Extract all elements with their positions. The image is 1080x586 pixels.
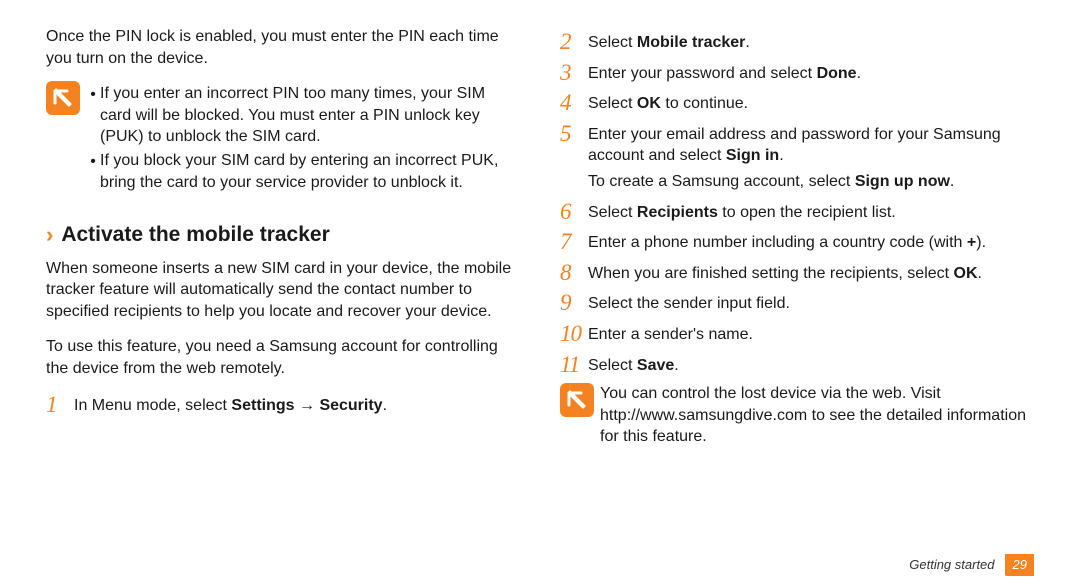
text: In Menu mode, select bbox=[74, 397, 231, 414]
step-10: 10 Enter a sender's name. bbox=[560, 321, 1034, 346]
text: . bbox=[978, 265, 982, 282]
text: → bbox=[295, 397, 320, 414]
step-number: 4 bbox=[560, 90, 588, 114]
step-4: 4 Select OK to continue. bbox=[560, 90, 1034, 115]
left-column: Once the PIN lock is enabled, you must e… bbox=[46, 26, 520, 514]
bold: Settings bbox=[231, 397, 294, 414]
step-10-body: Enter a sender's name. bbox=[588, 321, 1034, 346]
bold: OK bbox=[954, 265, 978, 282]
footer-section-label: Getting started bbox=[909, 556, 994, 574]
text: . bbox=[857, 65, 861, 82]
text: . bbox=[674, 357, 678, 374]
note-bullet-2-text: If you block your SIM card by entering a… bbox=[100, 150, 520, 193]
step-number: 3 bbox=[560, 60, 588, 84]
bold: Sign in bbox=[726, 147, 779, 164]
section-heading-text: Activate the mobile tracker bbox=[61, 221, 329, 249]
note-bullet-2: • If you block your SIM card by entering… bbox=[86, 150, 520, 193]
note-bullet-1-text: If you enter an incorrect PIN too many t… bbox=[100, 83, 520, 148]
text: . bbox=[383, 397, 387, 414]
step-6: 6 Select Recipients to open the recipien… bbox=[560, 199, 1034, 224]
step-9: 9 Select the sender input field. bbox=[560, 290, 1034, 315]
bold: Done bbox=[817, 65, 857, 82]
note-icon bbox=[46, 81, 80, 115]
step-number: 11 bbox=[560, 352, 588, 376]
text: to open the recipient list. bbox=[718, 204, 896, 221]
note-body: You can control the lost device via the … bbox=[600, 383, 1034, 448]
note-icon bbox=[560, 383, 594, 417]
bullet-dot: • bbox=[86, 83, 100, 106]
text: Enter a phone number including a country… bbox=[588, 234, 967, 251]
page-number: 29 bbox=[1005, 554, 1034, 576]
note-body: • If you enter an incorrect PIN too many… bbox=[86, 81, 520, 195]
step-1: 1 In Menu mode, select Settings → Securi… bbox=[46, 392, 520, 417]
step-number: 7 bbox=[560, 229, 588, 253]
text: Select bbox=[588, 34, 637, 51]
text: to continue. bbox=[661, 95, 748, 112]
step-number: 8 bbox=[560, 260, 588, 284]
step-number: 9 bbox=[560, 290, 588, 314]
page-footer: Getting started 29 bbox=[909, 554, 1034, 576]
text: Enter your password and select bbox=[588, 65, 817, 82]
text: . bbox=[745, 34, 749, 51]
pin-notes: • If you enter an incorrect PIN too many… bbox=[46, 81, 520, 195]
step-number: 5 bbox=[560, 121, 588, 145]
section-paragraph-1: When someone inserts a new SIM card in y… bbox=[46, 258, 520, 323]
intro-paragraph: Once the PIN lock is enabled, you must e… bbox=[46, 26, 520, 69]
step-number: 6 bbox=[560, 199, 588, 223]
web-control-note: You can control the lost device via the … bbox=[560, 383, 1034, 448]
bold: OK bbox=[637, 95, 661, 112]
chevron-right-icon: › bbox=[46, 224, 53, 246]
web-control-note-text: You can control the lost device via the … bbox=[600, 383, 1034, 448]
step-11: 11 Select Save. bbox=[560, 352, 1034, 377]
step-3: 3 Enter your password and select Done. bbox=[560, 60, 1034, 85]
note-bullet-1: • If you enter an incorrect PIN too many… bbox=[86, 83, 520, 148]
bullet-dot: • bbox=[86, 150, 100, 173]
text: . bbox=[779, 147, 783, 164]
bold: Save bbox=[637, 357, 674, 374]
step-number: 2 bbox=[560, 29, 588, 53]
bold: Sign up now bbox=[855, 173, 950, 190]
text: When you are finished setting the recipi… bbox=[588, 265, 954, 282]
text: ). bbox=[976, 234, 986, 251]
step-number: 10 bbox=[560, 321, 588, 345]
bold: Mobile tracker bbox=[637, 34, 745, 51]
bold: + bbox=[967, 234, 976, 251]
step-1-body: In Menu mode, select Settings → Security… bbox=[74, 392, 520, 417]
step-9-body: Select the sender input field. bbox=[588, 290, 1034, 315]
step-8: 8 When you are finished setting the reci… bbox=[560, 260, 1034, 285]
step-2: 2 Select Mobile tracker. bbox=[560, 29, 1034, 54]
section-heading: › Activate the mobile tracker bbox=[46, 221, 520, 249]
text: Select bbox=[588, 204, 637, 221]
step-5: 5 Enter your email address and password … bbox=[560, 121, 1034, 193]
page-content: Once the PIN lock is enabled, you must e… bbox=[0, 0, 1080, 522]
text: Select bbox=[588, 357, 637, 374]
text: To create a Samsung account, select bbox=[588, 173, 855, 190]
text: Select bbox=[588, 95, 637, 112]
right-column: 2 Select Mobile tracker. 3 Enter your pa… bbox=[560, 26, 1034, 514]
step-number: 1 bbox=[46, 392, 74, 416]
text: Enter your email address and password fo… bbox=[588, 126, 1001, 165]
bold: Security bbox=[319, 397, 382, 414]
step-7: 7 Enter a phone number including a count… bbox=[560, 229, 1034, 254]
bold: Recipients bbox=[637, 204, 718, 221]
text: . bbox=[950, 173, 954, 190]
section-paragraph-2: To use this feature, you need a Samsung … bbox=[46, 336, 520, 379]
